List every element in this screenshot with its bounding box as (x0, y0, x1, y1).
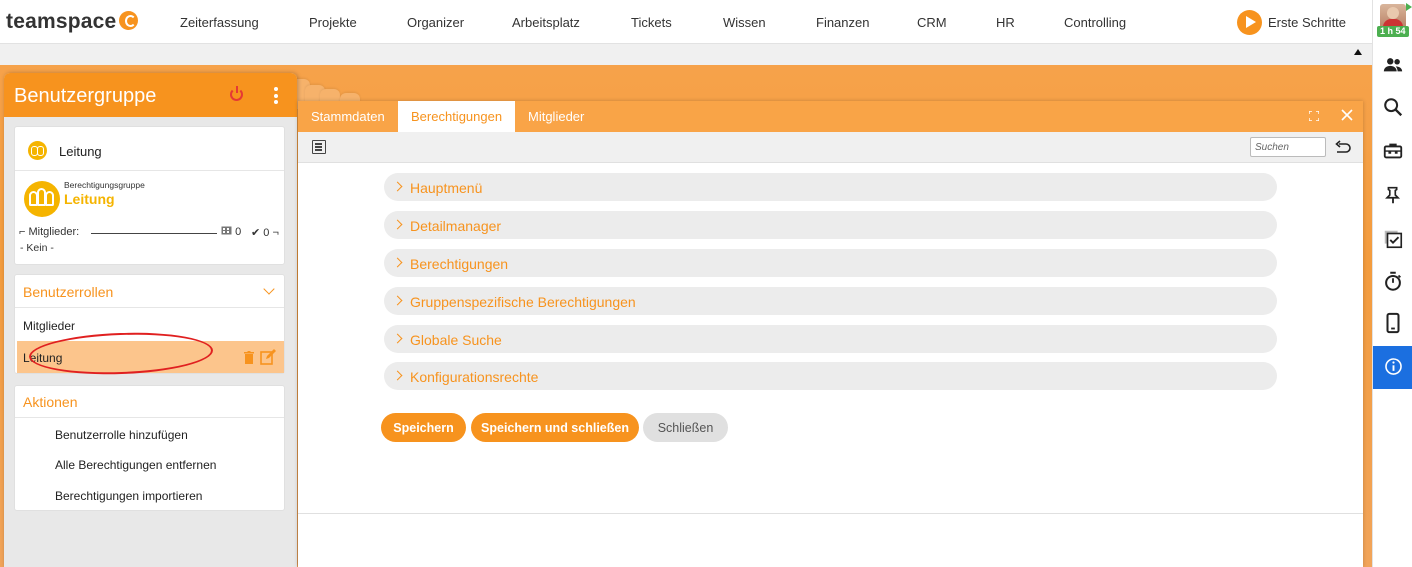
chevron-right-icon (392, 219, 403, 230)
stopwatch-icon[interactable] (1382, 270, 1404, 292)
users-icon[interactable] (1382, 54, 1404, 76)
teamspace-logo[interactable]: teamspace (6, 10, 139, 34)
nav-item-projekte[interactable]: Projekte (309, 15, 357, 30)
workspace-icon[interactable] (1382, 140, 1404, 162)
nav-item-crm[interactable]: CRM (917, 15, 947, 30)
save-and-close-button[interactable]: Speichern und schließen (471, 413, 639, 442)
nav-item-wissen[interactable]: Wissen (723, 15, 766, 30)
tab-stammdaten[interactable]: Stammdaten (298, 101, 398, 132)
chevron-down-icon (263, 283, 275, 295)
section-label: Berechtigungen (410, 256, 509, 272)
members-divider (91, 233, 217, 234)
nav-item-controlling[interactable]: Controlling (1064, 15, 1126, 30)
section-detailmanager[interactable]: Detailmanager (384, 211, 1277, 239)
nav-item-arbeitsplatz[interactable]: Arbeitsplatz (512, 15, 580, 30)
section-globale-suche[interactable]: Globale Suche (384, 325, 1277, 353)
collapse-band (0, 44, 1372, 65)
close-button[interactable]: Schließen (643, 413, 728, 442)
right-sidebar: 1 h 54 (1372, 0, 1412, 567)
more-options-icon[interactable] (274, 87, 278, 104)
user-roles-header[interactable]: Benutzerrollen (15, 275, 284, 308)
save-button[interactable]: Speichern (381, 413, 466, 442)
panel-title: Benutzergruppe (14, 85, 157, 107)
collapse-arrow-icon[interactable] (1354, 49, 1362, 55)
section-label: Detailmanager (410, 218, 502, 234)
expand-icon[interactable] (1309, 111, 1319, 121)
user-roles-title: Benutzerrollen (23, 284, 114, 300)
section-hauptmenue[interactable]: Hauptmenü (384, 173, 1277, 201)
search-input[interactable] (1250, 137, 1326, 157)
close-icon[interactable] (1341, 109, 1353, 121)
actions-card: Aktionen Benutzerrolle hinzufügen Alle B… (14, 385, 285, 511)
nav-item-zeiterfassung[interactable]: Zeiterfassung (180, 15, 259, 30)
tasks-icon[interactable] (1382, 228, 1404, 250)
tab-mitglieder[interactable]: Mitglieder (515, 101, 597, 132)
trash-icon[interactable] (244, 351, 254, 364)
chevron-right-icon (392, 333, 403, 344)
section-label: Globale Suche (410, 332, 502, 348)
action-remove-all-permissions[interactable]: Alle Berechtigungen entfernen (55, 458, 216, 472)
logo-mark-icon (119, 10, 139, 30)
section-label: Gruppenspezifische Berechtigungen (410, 294, 636, 310)
timer-running-icon (1406, 3, 1412, 11)
section-konfigurationsrechte[interactable]: Konfigurationsrechte (384, 362, 1277, 390)
chevron-right-icon (392, 370, 403, 381)
pin-icon[interactable] (1382, 184, 1404, 206)
group-label-row[interactable]: Leitung (15, 127, 284, 171)
checklist-icon[interactable] (312, 140, 326, 154)
group-info-card: Leitung Berechtigungsgruppe Leitung ⌐ Mi… (14, 126, 285, 265)
panel-header: Benutzergruppe (4, 73, 297, 117)
actions-title: Aktionen (23, 394, 78, 410)
action-add-user-role[interactable]: Benutzerrolle hinzufügen (55, 428, 188, 442)
section-label: Hauptmenü (410, 180, 483, 196)
group-name: Leitung (64, 191, 115, 207)
chevron-right-icon (392, 295, 403, 306)
info-button[interactable] (1373, 346, 1412, 389)
user-group-panel: Benutzergruppe Leitung Berechtigungsgrup… (4, 73, 297, 567)
chevron-right-icon (392, 257, 403, 268)
actions-header: Aktionen (15, 386, 284, 418)
main-nav: Zeiterfassung Projekte Organizer Arbeits… (150, 0, 1150, 44)
tab-berechtigungen[interactable]: Berechtigungen (398, 101, 516, 132)
group-large-icon (24, 181, 60, 217)
group-type-label: Berechtigungsgruppe (64, 180, 145, 190)
nav-item-finanzen[interactable]: Finanzen (816, 15, 869, 30)
mobile-icon[interactable] (1382, 312, 1404, 334)
power-icon[interactable] (230, 86, 243, 101)
undo-icon[interactable] (1335, 140, 1351, 154)
role-label: Mitglieder (23, 319, 76, 333)
members-label: ⌐ Mitglieder: (19, 226, 80, 238)
play-icon (1237, 10, 1262, 35)
nav-item-hr[interactable]: HR (996, 15, 1015, 30)
top-navigation-bar: teamspace Zeiterfassung Projekte Organiz… (0, 0, 1372, 44)
section-berechtigungen[interactable]: Berechtigungen (384, 249, 1277, 277)
edit-icon[interactable] (260, 349, 276, 365)
section-gruppenspezifische-berechtigungen[interactable]: Gruppenspezifische Berechtigungen (384, 287, 1277, 315)
group-icon (28, 141, 47, 160)
dialog-tab-bar: Stammdaten Berechtigungen Mitglieder (298, 101, 1363, 132)
section-label: Konfigurationsrechte (410, 369, 539, 385)
nav-item-organizer[interactable]: Organizer (407, 15, 464, 30)
members-count-b: ✔ 0 ¬ (251, 227, 279, 239)
building-icon (221, 226, 232, 235)
permissions-dialog: Stammdaten Berechtigungen Mitglieder Hau… (298, 101, 1363, 567)
info-icon (1385, 358, 1402, 375)
members-count-a: 0 (221, 226, 241, 238)
chevron-right-icon (392, 181, 403, 192)
members-value: - Kein - (20, 242, 54, 254)
first-steps-button[interactable]: Erste Schritte (1237, 10, 1346, 35)
dialog-toolbar (298, 132, 1363, 163)
dialog-divider (298, 513, 1363, 514)
search-icon[interactable] (1382, 96, 1404, 118)
group-label: Leitung (59, 144, 102, 159)
nav-item-tickets[interactable]: Tickets (631, 15, 672, 30)
logo-text: teamspace (6, 10, 117, 33)
action-import-permissions[interactable]: Berechtigungen importieren (55, 489, 202, 503)
timer-badge[interactable]: 1 h 54 (1377, 26, 1409, 37)
first-steps-label: Erste Schritte (1268, 15, 1347, 30)
